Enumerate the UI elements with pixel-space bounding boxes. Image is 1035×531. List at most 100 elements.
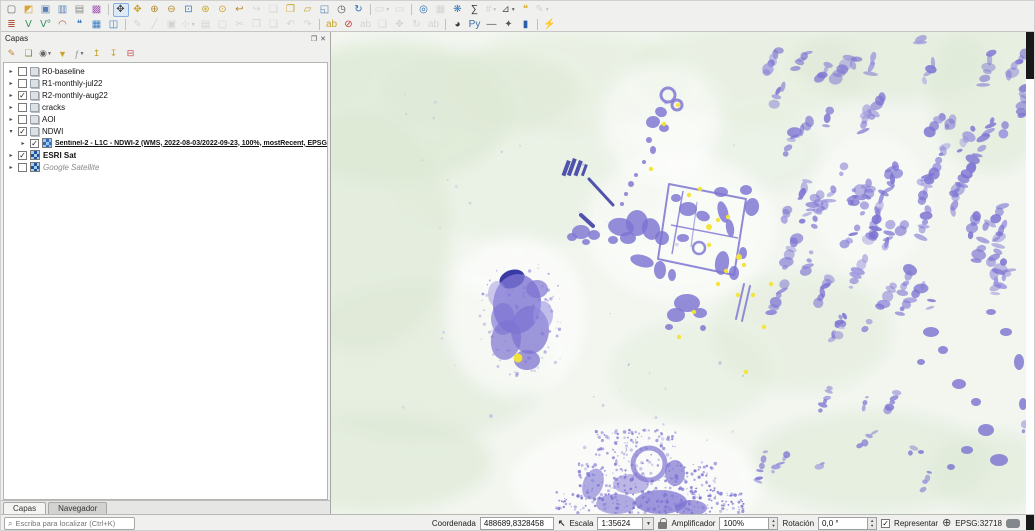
magnifier-spinner[interactable]: ▲▼ [769,517,778,530]
layer-item-sentinel-2-l1c-ndwi-2-wms-2022-08-03-202[interactable]: ▸✓ Sentinel-2 - L1C - NDWI-2 (WMS, 2022-0… [4,137,327,149]
processing-toolbox-button[interactable]: ❋ [450,3,466,17]
add-delimited-text-layer-button[interactable]: ❝ [72,18,88,32]
collapse-all-button[interactable]: ↧ [106,47,121,61]
expand-arrow-icon[interactable]: ▸ [19,140,27,147]
new-shapefile-layer-button[interactable]: V° [38,18,54,32]
add-group-button[interactable]: ❏ [21,47,36,61]
expand-arrow-icon[interactable]: ▾ [7,128,15,135]
crs-value[interactable]: EPSG:32718 [955,519,1002,528]
scale-dropdown[interactable]: ▼ [643,517,654,530]
save-project-as-button[interactable]: ▥ [55,3,71,17]
layer-visibility-checkbox[interactable]: ✓ [18,151,27,160]
coordinate-field[interactable]: 488689,8328458 [480,517,554,530]
page-scrollbar-thumb[interactable] [1026,32,1034,79]
expand-arrow-icon[interactable]: ▸ [7,92,15,99]
layer-label[interactable]: Sentinel-2 - L1C - NDWI-2 (WMS, 2022-08-… [55,140,327,147]
rotation-field[interactable]: 0,0 ° [818,517,868,530]
layer-item-r2-monthly-aug22[interactable]: ▸✓ R2-monthly-aug22 [4,89,327,101]
expand-arrow-icon[interactable]: ▸ [7,152,15,159]
expand-arrow-icon[interactable]: ▸ [7,80,15,87]
tab-capas[interactable]: Capas [3,502,46,514]
layer-label[interactable]: R2-monthly-aug22 [42,91,108,100]
expand-arrow-icon[interactable]: ▸ [7,116,15,123]
data-source-manager-button[interactable]: ≣ [4,18,20,32]
layer-label[interactable]: NDWI [42,127,63,136]
pan-map-button[interactable]: ✥ [113,3,129,17]
layer-visibility-checkbox[interactable]: ✓ [18,91,27,100]
lock-scale-icon[interactable] [658,522,667,529]
render-checkbox[interactable]: ✓ [881,519,890,528]
crs-globe-icon[interactable]: ⊕ [942,518,951,529]
expand-arrow-icon[interactable]: ▸ [7,164,15,171]
layer-item-r1-monthly-jul22[interactable]: ▸ R1-monthly-jul22 [4,77,327,89]
star-tool-button[interactable]: ✦ [501,18,517,32]
statistics-summary-button[interactable]: ∑ [467,3,483,17]
save-project-button[interactable]: ▣ [38,3,54,17]
layer-label[interactable]: R0-baseline [42,67,85,76]
locator-search[interactable]: ⌕ [4,517,135,530]
open-layer-styling-button[interactable]: ✎ [4,47,19,61]
map-tips-button[interactable]: ❝ [518,3,534,17]
add-vector-layer-button[interactable]: V [21,18,37,32]
add-raster-layer-button[interactable]: ▦ [89,18,105,32]
help-contents-button[interactable]: ▮ [518,18,534,32]
zoom-last-button[interactable]: ↩ [232,3,248,17]
measure-button[interactable]: ⊿▼ [501,3,517,17]
style-manager-button[interactable]: ▩ [89,3,105,17]
page-scrollbar-track[interactable] [1026,32,1034,514]
dash-tool-button[interactable]: — [484,18,500,32]
show-bookmarks-button[interactable]: ❐ [283,3,299,17]
layer-visibility-checkbox[interactable] [18,79,27,88]
new-map-view-button[interactable]: ▱ [300,3,316,17]
locator-input[interactable] [15,519,131,528]
layer-label[interactable]: ESRI Sat [43,151,76,160]
layer-labeling-button[interactable]: ab [324,18,340,32]
layer-item-esri-sat[interactable]: ▸✓ ESRI Sat [4,149,327,161]
expand-arrow-icon[interactable]: ▸ [7,68,15,75]
rotation-spinner[interactable]: ▲▼ [868,517,877,530]
python-console-button[interactable]: Py [467,18,483,32]
map-canvas[interactable] [331,32,1026,514]
grass-tools-button[interactable]: ◕ [450,18,466,32]
layer-visibility-checkbox[interactable] [18,103,27,112]
tab-navegador[interactable]: Navegador [48,502,107,514]
zoom-to-selection-button[interactable]: ⊛ [198,3,214,17]
manage-map-themes-button[interactable]: ◉▼ [38,47,53,61]
mouse-position-icon[interactable]: ↖ [558,518,566,529]
layer-visibility-checkbox[interactable] [18,115,27,124]
layer-label[interactable]: cracks [42,103,65,112]
expand-all-button[interactable]: ↥ [89,47,104,61]
zoom-full-button[interactable]: ⊡ [181,3,197,17]
temporal-controller-button[interactable]: ◷ [334,3,350,17]
new-project-button[interactable]: ▢ [4,3,20,17]
layer-label[interactable]: Google Satellite [43,163,99,172]
pan-to-selection-button[interactable]: ✥ [130,3,146,17]
layer-item-aoi[interactable]: ▸AOI [4,113,327,125]
messages-bubble-icon[interactable] [1006,519,1020,528]
close-panel-icon[interactable]: ✕ [320,35,326,43]
identify-features-button[interactable]: ◎ [416,3,432,17]
remove-layer-button[interactable]: ⊟ [123,47,138,61]
open-project-button[interactable]: ◩ [21,3,37,17]
zoom-out-button[interactable]: ⊖ [164,3,180,17]
filter-legend-button[interactable]: ▼ [55,47,70,61]
zoom-in-button[interactable]: ⊕ [147,3,163,17]
layer-visibility-checkbox[interactable]: ✓ [18,127,27,136]
plugin-lightning-button[interactable]: ⚡ [542,18,558,32]
layer-visibility-checkbox[interactable] [18,67,27,76]
layer-visibility-checkbox[interactable]: ✓ [30,139,39,148]
layer-item-cracks[interactable]: ▸ cracks [4,101,327,113]
layer-visibility-checkbox[interactable] [18,163,27,172]
magnifier-field[interactable]: 100% [719,517,769,530]
zoom-to-layer-button[interactable]: ⊙ [215,3,231,17]
expand-arrow-icon[interactable]: ▸ [7,104,15,111]
layer-item-r0-baseline[interactable]: ▸ R0-baseline [4,65,327,77]
layer-item-google-satellite[interactable]: ▸ Google Satellite [4,161,327,173]
refresh-button[interactable]: ↻ [351,3,367,17]
layer-label[interactable]: R1-monthly-jul22 [42,79,102,88]
float-panel-icon[interactable]: ❐ [311,35,317,43]
layer-item-ndwi[interactable]: ▾✓ NDWI [4,125,327,137]
new-3d-map-view-button[interactable]: ◱ [317,3,333,17]
layer-labeling-off-button[interactable]: ⊘ [341,18,357,32]
add-geopackage-layer-button[interactable]: ◠ [55,18,71,32]
